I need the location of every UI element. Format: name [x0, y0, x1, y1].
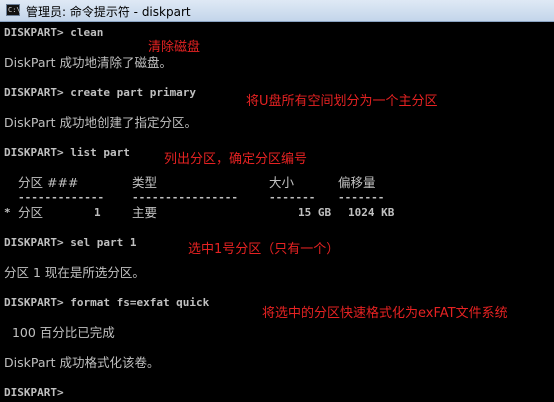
- create-result: DiskPart 成功地创建了指定分区。: [4, 115, 197, 130]
- row-offset: 1024 KB: [348, 206, 395, 219]
- annotation-list: 列出分区，确定分区编号: [164, 152, 308, 167]
- header-offset: 偏移量: [338, 175, 376, 190]
- row-size: 15 GB: [298, 206, 332, 219]
- selected-marker: *: [4, 206, 11, 219]
- format-progress: 100 百分比已完成: [4, 325, 115, 340]
- rule-type: ----------------: [132, 191, 238, 204]
- rule-offset: -------: [338, 191, 385, 204]
- select-command: DISKPART> sel part 1: [4, 236, 137, 249]
- partition-table-row: * 分区 1 主要 15 GB 1024 KB: [0, 206, 554, 222]
- format-result: DiskPart 成功格式化该卷。: [4, 355, 160, 370]
- row-number: 1: [94, 206, 101, 219]
- annotation-clean: 清除磁盘: [148, 40, 201, 55]
- annotation-create: 将U盘所有空间划分为一个主分区: [246, 94, 438, 109]
- clean-result: DiskPart 成功地清除了磁盘。: [4, 55, 172, 70]
- select-result: 分区 1 现在是所选分区。: [4, 265, 145, 280]
- command-prompt-icon: C:\: [6, 4, 21, 16]
- header-partition: 分区 ###: [18, 175, 79, 190]
- console-output[interactable]: DISKPART> clean 清除磁盘 DiskPart 成功地清除了磁盘。 …: [0, 22, 554, 402]
- row-type: 主要: [132, 205, 158, 220]
- list-command: DISKPART> list part: [4, 146, 130, 159]
- annotation-format: 将选中的分区快速格式化为exFAT文件系统: [262, 306, 508, 321]
- format-command: DISKPART> format fs=exfat quick: [4, 296, 210, 309]
- partition-table-header: 分区 ### 类型 大小 偏移量: [0, 176, 554, 192]
- create-command: DISKPART> create part primary: [4, 86, 197, 99]
- rule-partition: -------------: [18, 191, 105, 204]
- title-bar: C:\ 管理员: 命令提示符 - diskpart: [0, 0, 554, 22]
- annotation-select: 选中1号分区（只有一个）: [188, 242, 340, 257]
- header-type: 类型: [132, 175, 158, 190]
- window-title: 管理员: 命令提示符 - diskpart: [26, 5, 191, 19]
- clean-command: DISKPART> clean: [4, 26, 104, 39]
- command-prompt[interactable]: DISKPART>: [4, 386, 64, 400]
- partition-table-rule: ------------- ---------------- ------- -…: [0, 191, 554, 207]
- rule-size: -------: [269, 191, 316, 204]
- header-size: 大小: [269, 175, 295, 190]
- row-partition: 分区: [18, 205, 44, 220]
